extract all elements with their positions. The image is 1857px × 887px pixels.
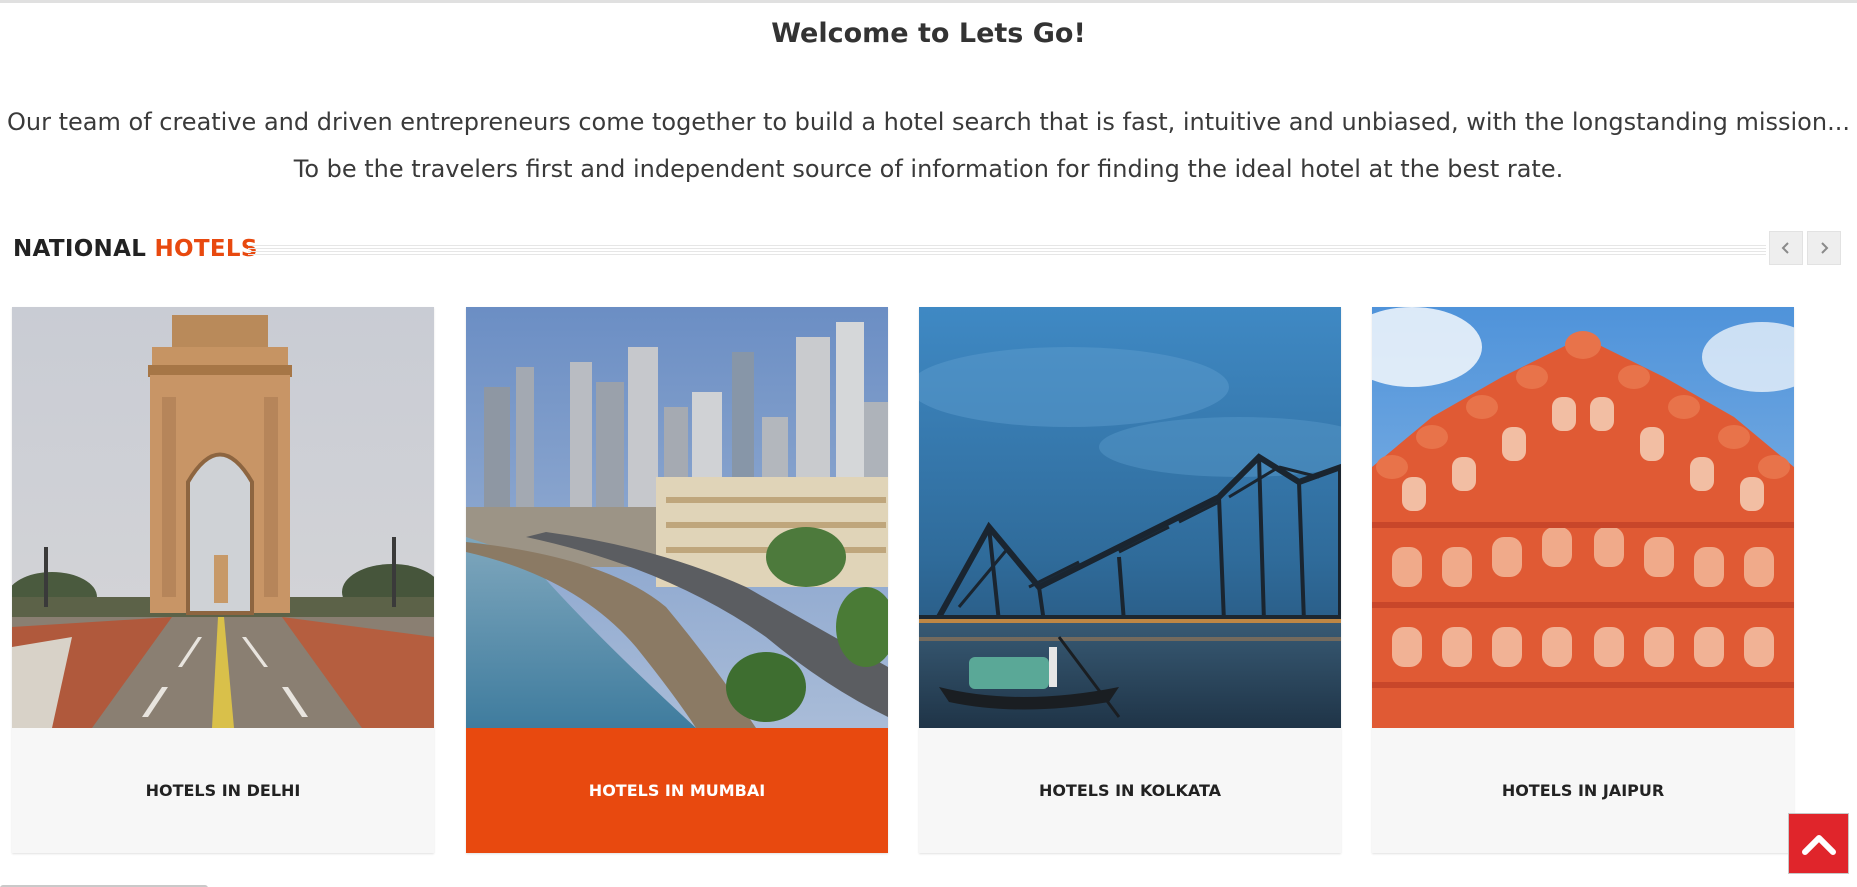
hotel-card-delhi[interactable]: HOTELS IN DELHI xyxy=(12,307,434,853)
section-title-accent: HOTELS xyxy=(154,236,258,262)
howrah-bridge-photo xyxy=(919,307,1341,728)
carousel-prev-button[interactable] xyxy=(1769,231,1803,265)
hotel-card-jaipur[interactable]: HOTELS IN JAIPUR xyxy=(1372,307,1794,853)
hawa-mahal-photo xyxy=(1372,307,1794,728)
chevron-left-icon xyxy=(1781,242,1789,254)
card-caption[interactable]: HOTELS IN DELHI xyxy=(12,728,434,853)
intro-text: Our team of creative and driven entrepre… xyxy=(0,99,1857,193)
mumbai-marine-drive-photo xyxy=(466,307,888,728)
intro-line-1: Our team of creative and driven entrepre… xyxy=(7,108,1850,136)
card-caption[interactable]: HOTELS IN JAIPUR xyxy=(1372,728,1794,853)
section-title-plain: NATIONAL xyxy=(13,236,147,262)
card-caption[interactable]: HOTELS IN MUMBAI xyxy=(466,728,888,853)
intro-line-2: To be the travelers first and independen… xyxy=(293,155,1564,183)
section-title: NATIONAL HOTELS xyxy=(13,231,258,267)
page: Welcome to Lets Go! Our team of creative… xyxy=(0,0,1857,887)
chevron-up-icon xyxy=(1801,834,1836,855)
hotel-card-kolkata[interactable]: HOTELS IN KOLKATA xyxy=(919,307,1341,853)
section-divider xyxy=(248,243,1766,255)
chevron-right-icon xyxy=(1821,242,1829,254)
national-hotels-header: NATIONAL HOTELS xyxy=(13,231,1843,267)
india-gate-photo xyxy=(12,307,434,728)
welcome-title: Welcome to Lets Go! xyxy=(771,18,1086,49)
card-caption[interactable]: HOTELS IN KOLKATA xyxy=(919,728,1341,853)
carousel-next-button[interactable] xyxy=(1807,231,1841,265)
scroll-to-top-button[interactable] xyxy=(1788,813,1849,874)
hotel-card-mumbai[interactable]: HOTELS IN MUMBAI xyxy=(466,307,888,853)
